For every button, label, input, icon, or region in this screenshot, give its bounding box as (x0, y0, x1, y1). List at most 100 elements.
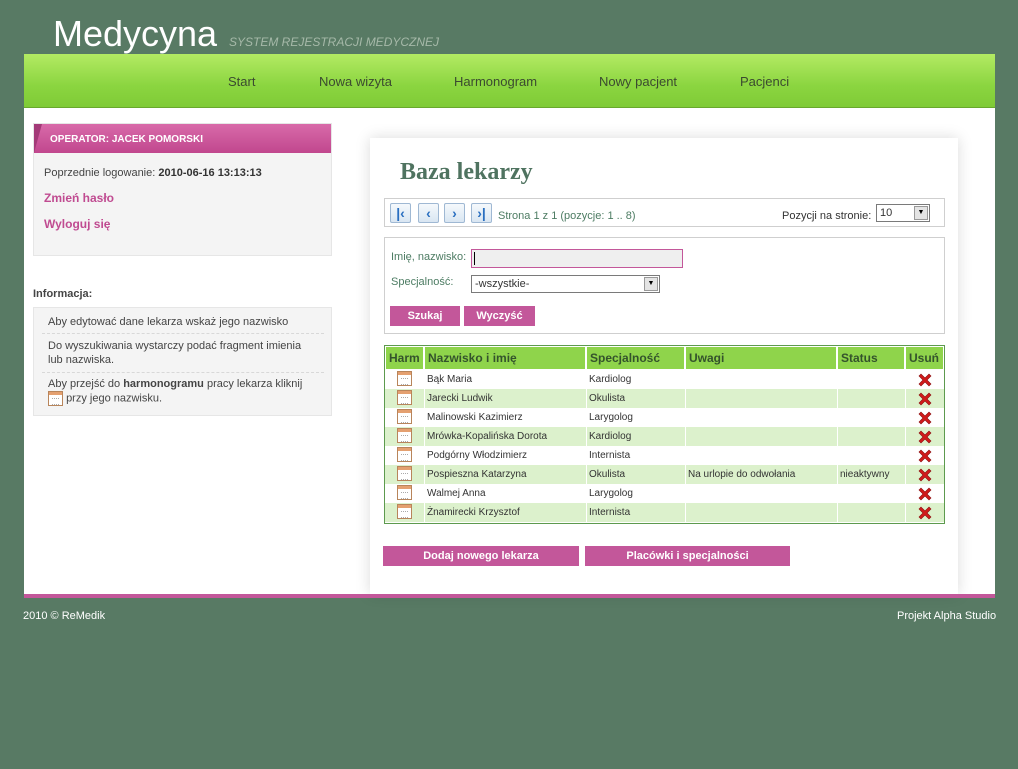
logo: Medycyna (53, 13, 218, 54)
per-page-label: Pozycji na stronie: (782, 210, 872, 222)
column-divider (837, 369, 838, 523)
main-panel: Baza lekarzy |‹ ‹ › ›| Strona 1 z 1 (poz… (370, 138, 958, 594)
table-row: Mrówka-Kopalińska Dorota Kardiolog (385, 427, 944, 446)
cell-name[interactable]: Bąk Maria (425, 370, 585, 389)
column-divider (586, 369, 587, 523)
delete-icon[interactable] (917, 429, 933, 445)
cell-name[interactable]: Jarecki Ludwik (425, 389, 585, 408)
clear-button[interactable]: Wyczyść (464, 306, 535, 326)
prev-page-icon[interactable]: ‹ (418, 203, 439, 223)
pager-info: Strona 1 z 1 (pozycje: 1 .. 8) (498, 210, 636, 222)
table-row: Jarecki Ludwik Okulista (385, 389, 944, 408)
cell-status (838, 370, 904, 389)
cell-specialty: Kardiolog (589, 374, 632, 385)
delete-icon[interactable] (917, 448, 933, 464)
name-label: Imię, nazwisko: (391, 251, 467, 263)
calendar-icon (48, 391, 63, 406)
cell-name[interactable]: Walmej Anna (425, 484, 585, 503)
footer-credits: Projekt Alpha Studio (897, 610, 997, 622)
nav-new-visit[interactable]: Nowa wizyta (319, 74, 392, 89)
last-page-icon[interactable]: ›| (471, 203, 492, 223)
col-header-delete: Usuń (906, 347, 943, 369)
info-title: Informacja: (33, 288, 93, 300)
cell-specialty: Kardiolog (589, 431, 632, 442)
cell-notes (686, 427, 836, 446)
doctors-table: Harm Nazwisko i imię Specjalność Uwagi S… (384, 345, 945, 524)
nav-schedule[interactable]: Harmonogram (454, 74, 537, 89)
table-row: Bąk Maria Kardiolog (385, 370, 944, 389)
cell-status (838, 408, 904, 427)
delete-icon[interactable] (917, 410, 933, 426)
calendar-icon[interactable] (397, 466, 412, 481)
cell-notes (686, 408, 836, 427)
calendar-icon[interactable] (397, 390, 412, 405)
col-header-specialty: Specjalność (587, 347, 684, 369)
delete-icon[interactable] (917, 486, 933, 502)
search-form: Imię, nazwisko: Specjalność: -wszystkie-… (384, 237, 945, 334)
col-header-notes: Uwagi (686, 347, 836, 369)
info-item-edit: Aby edytować dane lekarza wskaż jego naz… (48, 316, 289, 328)
facilities-button[interactable]: Placówki i specjalności (585, 546, 790, 566)
per-page-select[interactable]: 10 ▼ (876, 204, 930, 222)
last-login: Poprzednie logowanie: 2010-06-16 13:13:1… (44, 167, 262, 179)
delete-icon[interactable] (917, 505, 933, 521)
col-header-schedule: Harm (386, 347, 423, 369)
cell-notes (686, 389, 836, 408)
calendar-icon[interactable] (397, 371, 412, 386)
nav-new-patient[interactable]: Nowy pacjent (599, 74, 677, 89)
delete-icon[interactable] (917, 372, 933, 388)
cell-specialty: Larygolog (589, 412, 633, 423)
content-area: OPERATOR: JACEK POMORSKI Poprzednie logo… (24, 108, 995, 594)
main-nav: Start Nowa wizyta Harmonogram Nowy pacje… (24, 54, 995, 108)
cell-notes (686, 484, 836, 503)
change-password-link[interactable]: Zmień hasło (44, 191, 114, 205)
footer-copyright: 2010 © ReMedik (23, 610, 106, 622)
cell-notes (686, 446, 836, 465)
info-divider (42, 333, 324, 334)
table-row: Walmej Anna Larygolog (385, 484, 944, 503)
add-doctor-button[interactable]: Dodaj nowego lekarza (383, 546, 579, 566)
search-button[interactable]: Szukaj (390, 306, 460, 326)
column-divider (424, 369, 425, 523)
delete-icon[interactable] (917, 467, 933, 483)
col-header-status: Status (838, 347, 904, 369)
info-item-search: Do wyszukiwania wystarczy podać fragment… (48, 340, 302, 366)
cell-specialty: Internista (589, 507, 631, 518)
first-page-icon[interactable]: |‹ (390, 203, 411, 223)
name-search-input[interactable] (471, 249, 683, 268)
tagline: SYSTEM REJESTRACJI MEDYCZNEJ (229, 35, 440, 49)
cell-notes: Na urlopie do odwołania (688, 469, 796, 480)
table-row: Malinowski Kazimierz Larygolog (385, 408, 944, 427)
header: Medycyna SYSTEM REJESTRACJI MEDYCZNEJ (0, 0, 1018, 54)
cell-specialty: Larygolog (589, 488, 633, 499)
specialty-label: Specjalność: (391, 276, 454, 288)
last-login-value: 2010-06-16 13:13:13 (158, 167, 262, 179)
calendar-icon[interactable] (397, 504, 412, 519)
cell-name[interactable]: Podgórny Włodzimierz (425, 446, 585, 465)
chevron-down-icon: ▼ (914, 206, 928, 220)
cell-specialty: Internista (589, 450, 631, 461)
calendar-icon[interactable] (397, 409, 412, 424)
page-title: Baza lekarzy (400, 159, 533, 185)
cell-status: nieaktywny (840, 469, 890, 480)
cell-name[interactable]: Żnamirecki Krzysztof (425, 503, 585, 522)
cell-name[interactable]: Pospieszna Katarzyna (425, 465, 585, 484)
calendar-icon[interactable] (397, 485, 412, 500)
column-divider (905, 369, 906, 523)
cell-specialty: Okulista (589, 469, 626, 480)
specialty-select[interactable]: -wszystkie- ▼ (471, 275, 660, 293)
cell-name[interactable]: Malinowski Kazimierz (425, 408, 585, 427)
column-divider (685, 369, 686, 523)
operator-header: OPERATOR: JACEK POMORSKI (34, 124, 331, 153)
delete-icon[interactable] (917, 391, 933, 407)
next-page-icon[interactable]: › (444, 203, 465, 223)
cell-name[interactable]: Mrówka-Kopalińska Dorota (425, 427, 585, 446)
cell-status (838, 389, 904, 408)
calendar-icon[interactable] (397, 428, 412, 443)
chevron-down-icon: ▼ (644, 277, 658, 291)
nav-start[interactable]: Start (228, 74, 255, 89)
table-row: Pospieszna Katarzyna Okulista Na urlopie d… (385, 465, 944, 484)
calendar-icon[interactable] (397, 447, 412, 462)
nav-patients[interactable]: Pacjenci (740, 74, 789, 89)
logout-link[interactable]: Wyloguj się (44, 217, 110, 231)
